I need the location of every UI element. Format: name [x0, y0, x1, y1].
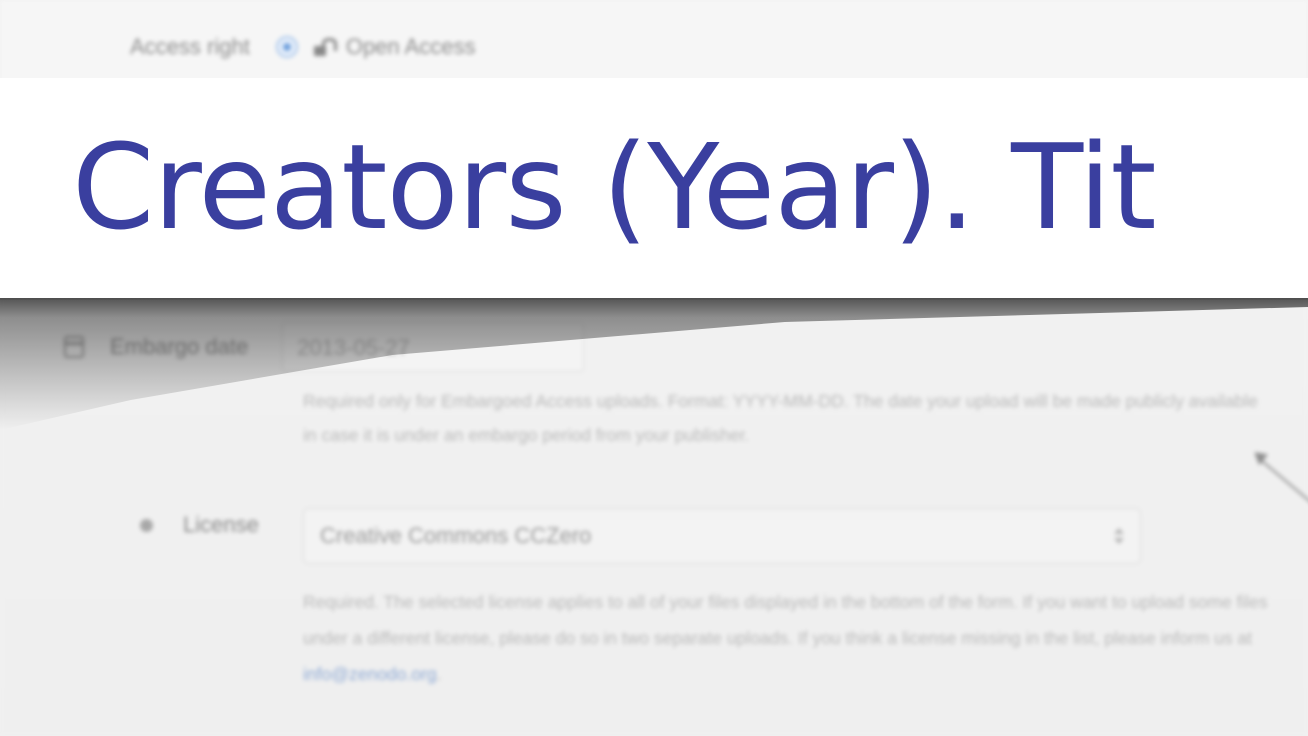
license-help-text: Required. The selected license applies t…: [303, 584, 1303, 692]
license-label: License: [183, 512, 259, 537]
required-dot-icon: [140, 518, 153, 532]
embargo-date-row: Embargo date 2013-05-27: [64, 322, 585, 372]
embargo-help-text: Required only for Embargoed Access uploa…: [303, 391, 1258, 445]
access-right-label: Access right: [130, 34, 250, 59]
pointer-arrow-line: [1255, 455, 1308, 515]
license-select[interactable]: Creative Commons CCZero: [303, 508, 1141, 564]
calendar-icon: [64, 336, 84, 358]
license-selected-value: Creative Commons CCZero: [320, 523, 592, 548]
embargo-date-input[interactable]: 2013-05-27: [282, 322, 585, 372]
citation-banner: Creators (Year). Tit: [0, 78, 1308, 298]
access-right-row: Access right Open Access: [130, 34, 475, 60]
support-email-link[interactable]: info@zenodo.org: [303, 664, 437, 684]
license-help-before: Required. The selected license applies t…: [303, 592, 1268, 648]
open-access-label: Open Access: [345, 34, 476, 59]
select-arrows-icon: [1114, 526, 1124, 546]
unlock-icon: [313, 37, 337, 57]
license-help-after: .: [436, 664, 442, 684]
citation-banner-text: Creators (Year). Tit: [72, 118, 1157, 256]
open-access-radio[interactable]: [275, 36, 298, 58]
license-row: License: [140, 512, 259, 538]
embargo-date-label: Embargo date: [110, 334, 249, 359]
